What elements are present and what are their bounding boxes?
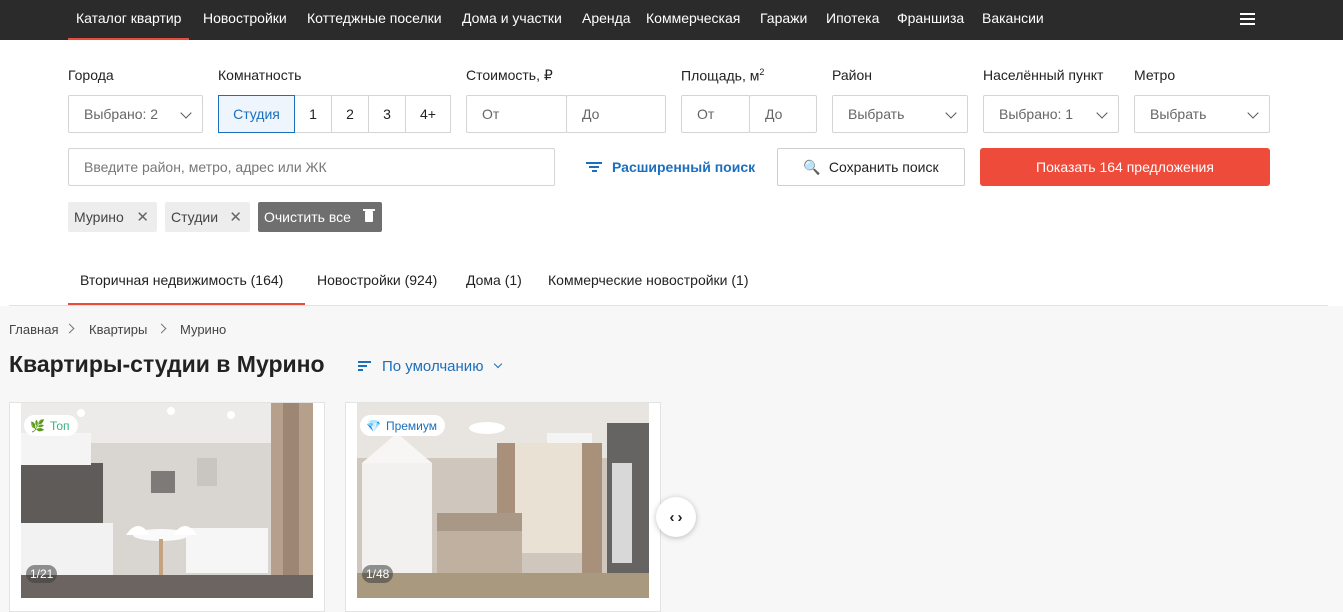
breadcrumb-murino: Мурино	[180, 322, 227, 337]
filter-icon	[586, 160, 602, 174]
page-title: Квартиры-студии в Мурино	[9, 351, 325, 377]
chevron-down-icon	[180, 107, 192, 119]
room-option-3[interactable]: 3	[368, 95, 406, 133]
breadcrumb-home[interactable]: Главная	[9, 322, 58, 337]
metro-label: Метро	[1134, 67, 1176, 83]
price-from-input[interactable]: От	[466, 95, 567, 133]
city-select-value: Выбрано: 2	[84, 106, 159, 122]
locality-label: Населённый пункт	[983, 67, 1104, 83]
price-to-placeholder: До	[582, 106, 600, 122]
locality-select[interactable]: Выбрано: 1	[983, 95, 1119, 133]
show-offers-button[interactable]: Показать 164 предложения	[980, 148, 1270, 186]
clear-all-button[interactable]: Очистить все	[258, 202, 382, 232]
diamond-icon: 💎	[366, 418, 381, 433]
nav-item-franchise[interactable]: Франшиза	[897, 0, 964, 40]
metro-select[interactable]: Выбрать	[1134, 95, 1270, 133]
tab-new-buildings[interactable]: Новостройки (924)	[317, 272, 437, 288]
rooms-label: Комнатность	[218, 67, 302, 83]
nav-item-houses[interactable]: Дома и участки	[462, 0, 562, 40]
area-label: Площадь, м2	[681, 67, 765, 84]
city-select[interactable]: Выбрано: 2	[68, 95, 203, 133]
nav-item-rent[interactable]: Аренда	[582, 0, 631, 40]
room-option-studio[interactable]: Студия	[218, 95, 295, 133]
chevron-down-icon	[494, 359, 503, 369]
close-icon[interactable]: ✕	[136, 208, 149, 226]
chevron-left-icon: ‹	[669, 508, 675, 526]
room-option-4plus[interactable]: 4+	[405, 95, 451, 133]
nav-item-new-buildings[interactable]: Новостройки	[203, 0, 287, 40]
chevron-right-icon: ›	[677, 508, 683, 526]
sort-icon	[358, 359, 371, 374]
nav-item-garages[interactable]: Гаражи	[760, 0, 807, 40]
city-label: Города	[68, 67, 114, 83]
photo-counter: 1/21	[26, 565, 58, 583]
clear-all-label: Очистить все	[264, 209, 351, 225]
top-badge: 🌿 Топ	[24, 415, 78, 436]
nav-item-vacancies[interactable]: Вакансии	[982, 0, 1044, 40]
area-from-placeholder: От	[697, 106, 715, 122]
save-search-label: Сохранить поиск	[828, 159, 939, 175]
search-input[interactable]: Введите район, метро, адрес или ЖК	[68, 148, 555, 186]
premium-badge: 💎 Премиум	[360, 415, 445, 436]
listing-photo[interactable]: 💎 Премиум 1/48	[357, 403, 649, 598]
search-bell-icon: 🔍	[803, 158, 821, 175]
filter-chip-studios: Студии ✕	[165, 202, 250, 232]
tab-secondary[interactable]: Вторичная недвижимость (164)	[80, 272, 283, 288]
nav-item-mortgage[interactable]: Ипотека	[826, 0, 879, 40]
chevron-down-icon	[945, 107, 957, 119]
sort-dropdown[interactable]: По умолчанию	[358, 355, 503, 377]
district-select[interactable]: Выбрать	[832, 95, 968, 133]
nav-item-cottages[interactable]: Коттеджные поселки	[307, 0, 442, 40]
trash-icon	[363, 209, 375, 222]
burger-menu-icon[interactable]	[1240, 13, 1255, 25]
photo-counter: 1/48	[362, 565, 394, 583]
locality-select-value: Выбрано: 1	[999, 106, 1074, 122]
room-option-2[interactable]: 2	[331, 95, 369, 133]
room-option-1[interactable]: 1	[294, 95, 332, 133]
nav-item-catalog[interactable]: Каталог квартир	[67, 0, 191, 40]
metro-select-value: Выбрать	[1150, 106, 1207, 122]
area-from-input[interactable]: От	[681, 95, 750, 133]
area-to-input[interactable]: До	[749, 95, 817, 133]
filter-chip-label: Студии	[171, 209, 219, 225]
price-to-input[interactable]: До	[566, 95, 666, 133]
listing-photo[interactable]: 🌿 Топ 1/21	[21, 403, 313, 598]
chevron-down-icon	[1096, 107, 1108, 119]
top-navigation: Каталог квартир Новостройки Коттеджные п…	[0, 0, 1343, 40]
filter-chip-murino: Мурино ✕	[68, 202, 157, 232]
listing-card[interactable]: 🌿 Топ 1/21	[9, 402, 325, 612]
badge-label: Премиум	[385, 418, 437, 433]
chevron-down-icon	[1247, 107, 1259, 119]
save-search-button[interactable]: 🔍 Сохранить поиск	[777, 148, 965, 186]
tab-houses[interactable]: Дома (1)	[466, 272, 522, 288]
district-select-value: Выбрать	[848, 106, 905, 122]
tab-commercial[interactable]: Коммерческие новостройки (1)	[548, 272, 749, 288]
sort-label: По умолчанию	[382, 357, 484, 375]
search-placeholder: Введите район, метро, адрес или ЖК	[84, 159, 327, 175]
price-label: Стоимость, ₽	[466, 67, 553, 83]
area-to-placeholder: До	[765, 106, 783, 122]
filter-chip-label: Мурино	[74, 209, 124, 225]
price-from-placeholder: От	[482, 106, 500, 122]
leaf-icon: 🌿	[30, 418, 45, 433]
close-icon[interactable]: ✕	[229, 208, 242, 226]
district-label: Район	[832, 67, 872, 83]
listing-card[interactable]: 💎 Премиум 1/48	[345, 402, 661, 612]
carousel-arrows-button[interactable]: ‹ ›	[656, 497, 696, 537]
badge-label: Топ	[49, 418, 70, 433]
nav-item-commercial[interactable]: Коммерческая	[646, 0, 740, 40]
breadcrumb-apartments[interactable]: Квартиры	[89, 322, 147, 337]
advanced-search-label: Расширенный поиск	[612, 159, 756, 175]
advanced-search-button[interactable]: Расширенный поиск	[586, 148, 755, 186]
